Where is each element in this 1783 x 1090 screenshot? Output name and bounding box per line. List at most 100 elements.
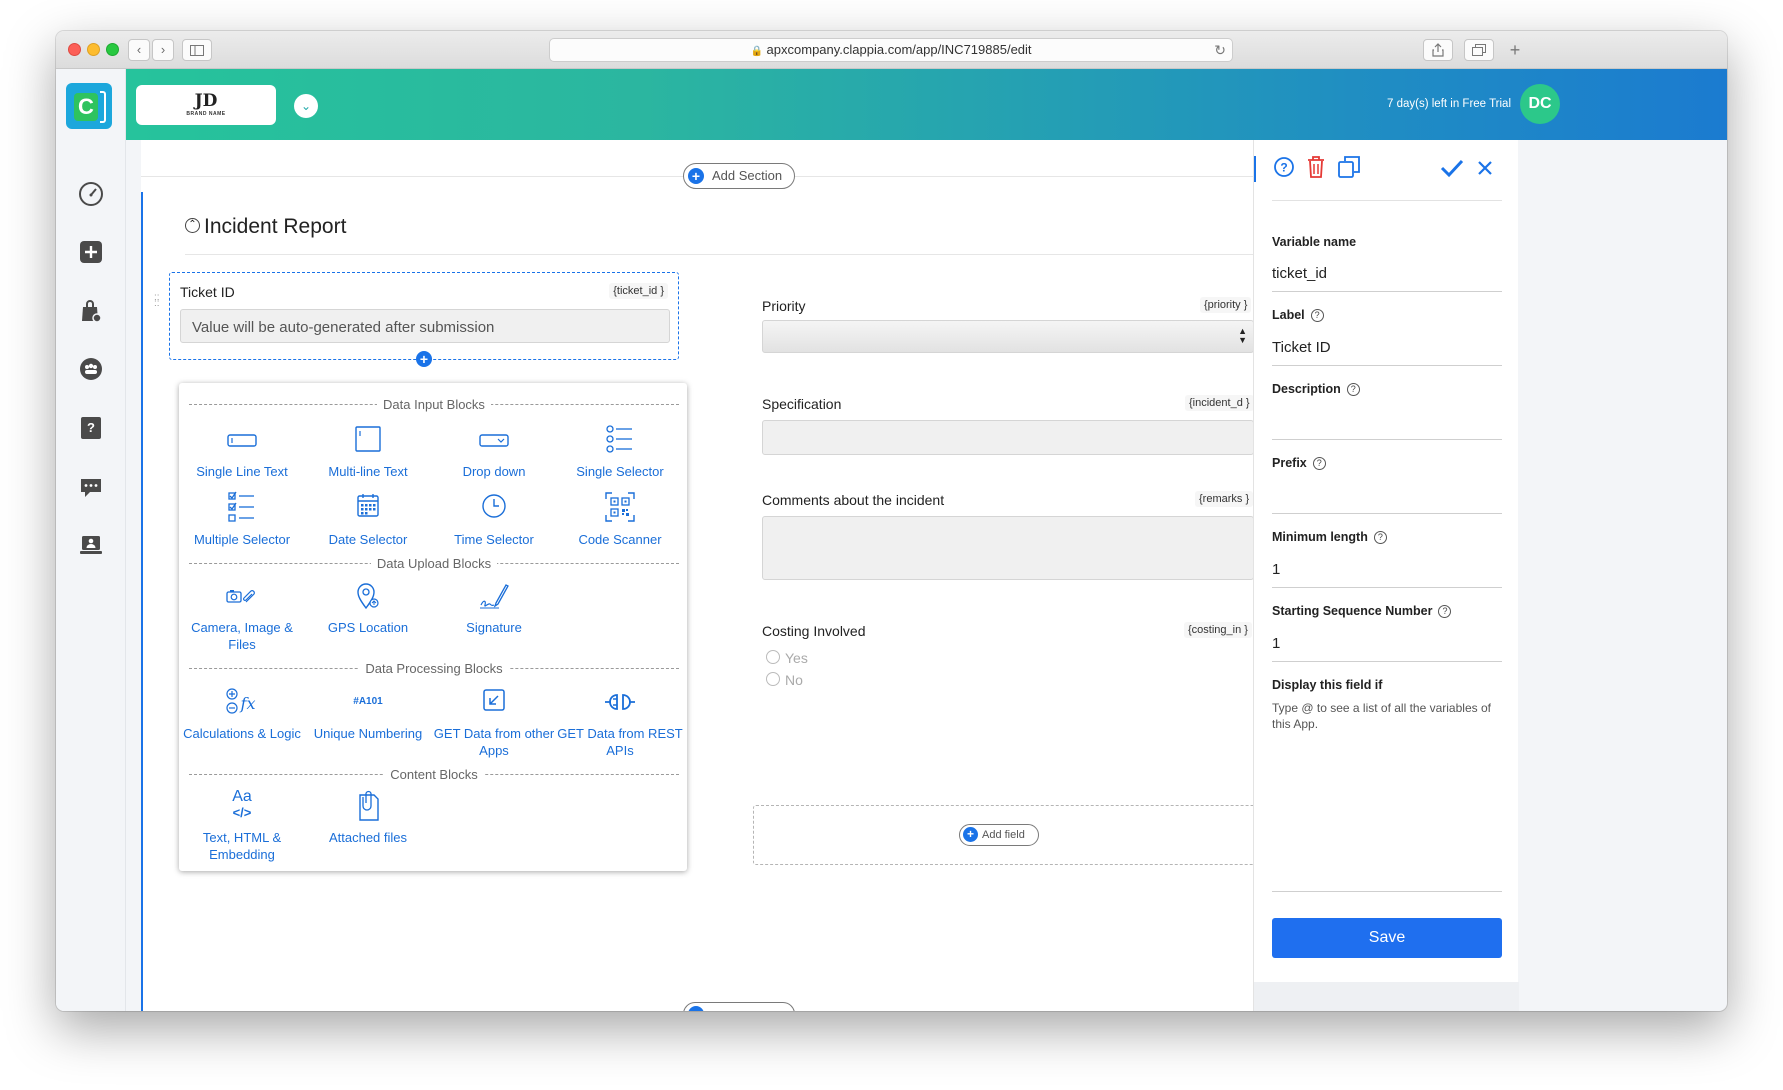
block-unique-numbering[interactable]: #A101 Unique Numbering [305, 687, 431, 742]
chevron-right-icon: › [160, 42, 166, 57]
block-get-data-other-apps[interactable]: GET Data from other Apps [431, 687, 557, 759]
block-signature-label: Signature [466, 620, 522, 635]
block-text-html-embedding[interactable]: Aa </> Text, HTML & Embedding [179, 789, 305, 863]
costing-no-radio[interactable] [766, 672, 780, 686]
nav-dashboard[interactable] [78, 181, 104, 207]
back-button[interactable]: ‹ [128, 39, 150, 61]
block-camera-label: Camera, Image & Files [191, 620, 293, 652]
help-circle-icon[interactable]: ? [1346, 383, 1360, 397]
svg-text:?: ? [87, 420, 95, 435]
forward-button[interactable]: › [152, 39, 174, 61]
costing-label: Costing Involved [762, 623, 866, 639]
logo-page-shape [100, 91, 106, 123]
nav-chat[interactable] [78, 474, 104, 500]
block-attached-files[interactable]: Attached files [305, 789, 431, 846]
brand-logo-text: BRAND NAME [186, 111, 226, 117]
section-header[interactable]: ⌃ Incident Report [185, 215, 346, 239]
shopping-bag-icon [82, 300, 102, 323]
prefix-input[interactable] [1272, 486, 1502, 514]
block-code-scanner[interactable]: Code Scanner [557, 491, 683, 548]
minimize-window-button[interactable] [87, 43, 100, 56]
display-if-label: Display this field if [1272, 678, 1383, 692]
block-date-selector[interactable]: Date Selector [305, 491, 431, 548]
insert-field-button[interactable]: + [416, 351, 432, 367]
add-section-button-bottom[interactable] [683, 1002, 795, 1011]
add-section-label: Add Section [712, 168, 783, 183]
min-length-input[interactable]: 1 [1272, 561, 1502, 588]
priority-select[interactable]: ▲ ▼ [762, 320, 1254, 353]
duplicate-icon[interactable] [1337, 155, 1361, 179]
checkmark-icon[interactable] [1440, 158, 1464, 178]
add-section-button-top[interactable]: + Add Section [683, 163, 795, 189]
brand-logo[interactable]: JD BRAND NAME [136, 85, 276, 125]
start-sequence-label: Starting Sequence Number? [1272, 604, 1452, 619]
nav-teams[interactable] [78, 356, 104, 382]
clappia-logo[interactable]: C [66, 83, 112, 129]
help-circle-icon[interactable]: ? [1373, 531, 1387, 545]
block-multiple-selector[interactable]: Multiple Selector [179, 491, 305, 548]
ticket-id-placeholder: Value will be auto-generated after submi… [192, 319, 495, 336]
block-gps-location[interactable]: GPS Location [305, 581, 431, 636]
block-time-selector-label: Time Selector [454, 532, 534, 547]
block-signature[interactable]: Signature [431, 581, 557, 636]
nav-create-app[interactable] [78, 239, 104, 265]
brand-dropdown-button[interactable]: ⌄ [294, 94, 318, 118]
tabs-button[interactable] [1464, 39, 1494, 61]
lock-icon: 🔒 [750, 46, 763, 57]
block-multiple-selector-label: Multiple Selector [193, 532, 291, 547]
address-bar[interactable]: 🔒 apxcompany.clappia.com/app/INC719885/e… [549, 38, 1233, 62]
start-sequence-input[interactable]: 1 [1272, 635, 1502, 662]
svg-text:?: ? [1280, 161, 1287, 175]
description-input[interactable] [1272, 412, 1502, 440]
block-calculations-logic[interactable]: fx Calculations & Logic [179, 687, 305, 742]
share-button[interactable] [1423, 39, 1453, 61]
panel-indicator-line [1254, 156, 1256, 182]
help-circle-icon[interactable]: ? [1312, 457, 1326, 471]
zoom-window-button[interactable] [106, 43, 119, 56]
display-if-hint[interactable]: Type @ to see a list of all the variable… [1272, 700, 1504, 732]
browser-window: ‹ › 🔒 apxcompany.clappia.com/app/INC7198… [56, 31, 1727, 1011]
avatar[interactable]: DC [1520, 84, 1560, 124]
reload-icon[interactable]: ↻ [1214, 39, 1226, 61]
ticket-id-field-card[interactable]: Ticket ID {ticket_id } Value will be aut… [169, 272, 679, 367]
block-single-selector[interactable]: Single Selector [557, 425, 683, 480]
panel-footer [1254, 982, 1519, 1011]
label-input[interactable]: Ticket ID [1272, 339, 1502, 366]
close-window-button[interactable] [68, 43, 81, 56]
close-icon[interactable] [1477, 160, 1493, 176]
laptop-user-icon [80, 536, 102, 554]
help-circle-icon[interactable]: ? [1273, 156, 1295, 178]
new-tab-button[interactable]: + [1504, 37, 1526, 63]
prefix-label-text: Prefix [1272, 456, 1307, 470]
add-field-button[interactable]: + Add field [959, 824, 1039, 846]
block-multi-line-text[interactable]: Multi-line Text [305, 425, 431, 480]
nav-training[interactable] [78, 532, 104, 558]
help-circle-icon[interactable]: ? [1438, 605, 1452, 619]
help-book-icon: ? [81, 417, 101, 439]
block-time-selector[interactable]: Time Selector [431, 491, 557, 548]
save-button[interactable]: Save [1272, 918, 1502, 958]
category-content-label: Content Blocks [384, 767, 484, 782]
block-drop-down[interactable]: Drop down [431, 425, 557, 480]
nav-marketplace[interactable] [78, 298, 104, 324]
sidebar-toggle-button[interactable] [182, 39, 212, 61]
chevron-up-circle-icon[interactable]: ⌃ [185, 217, 200, 233]
category-data-upload: Data Upload Blocks [189, 556, 679, 571]
chevron-down-icon: ⌄ [300, 99, 312, 113]
variable-name-input[interactable]: ticket_id [1272, 265, 1502, 292]
block-camera-image-files[interactable]: Camera, Image & Files [179, 581, 305, 653]
block-single-line-text[interactable]: Single Line Text [179, 425, 305, 480]
block-get-data-rest-apis[interactable]: GET Data from REST APIs [557, 687, 683, 759]
help-circle-icon[interactable]: ? [1310, 309, 1324, 323]
drag-handle-icon[interactable]: :: :: [154, 293, 162, 309]
import-arrow-icon [483, 689, 505, 711]
label-field-label: Label? [1272, 308, 1324, 323]
chat-icon [81, 479, 101, 497]
trash-icon[interactable] [1305, 155, 1327, 179]
comments-textarea[interactable] [762, 516, 1254, 580]
min-length-label-text: Minimum length [1272, 530, 1368, 544]
select-arrows-icon: ▲ ▼ [1238, 326, 1247, 345]
specification-input[interactable] [762, 420, 1254, 455]
costing-yes-radio[interactable] [766, 650, 780, 664]
nav-help[interactable]: ? [78, 415, 104, 441]
